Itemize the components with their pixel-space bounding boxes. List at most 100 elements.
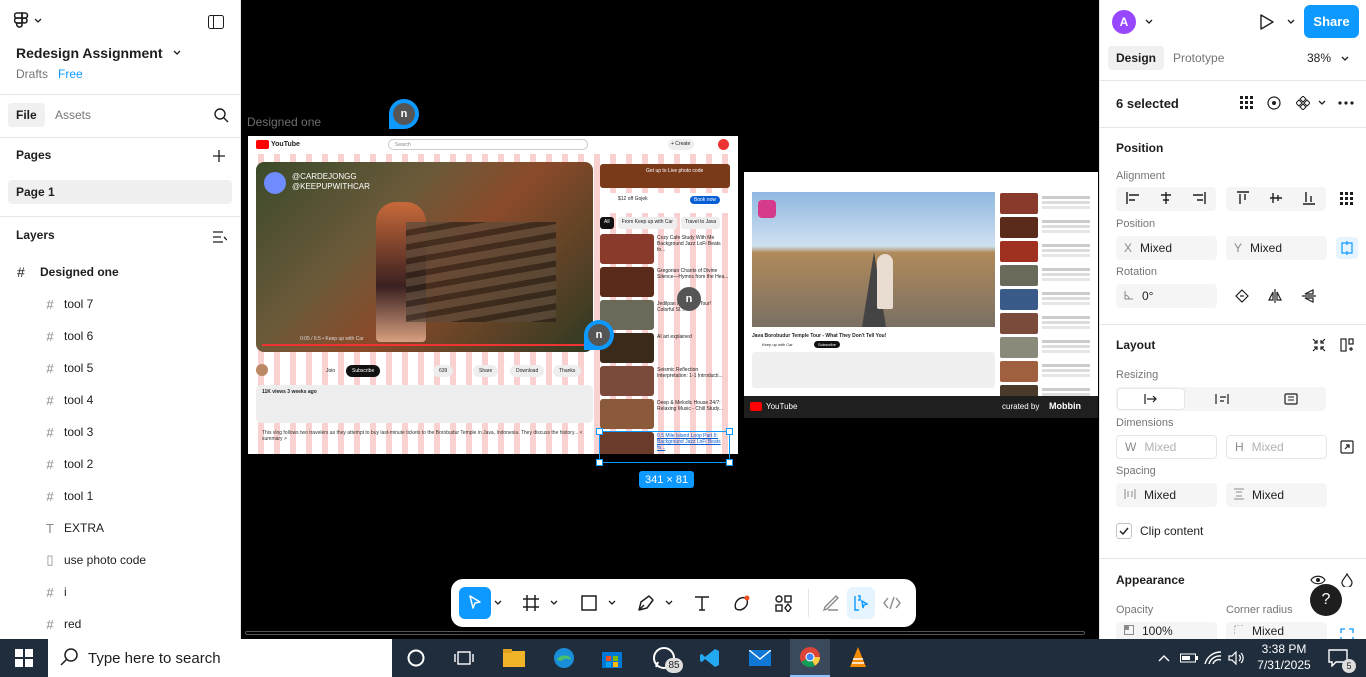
page-item[interactable]: Page 1: [8, 180, 232, 204]
tab-prototype[interactable]: Prototype: [1173, 46, 1224, 70]
layer-item[interactable]: # i: [0, 576, 240, 608]
design-mode-icon[interactable]: [847, 587, 875, 619]
vlc-icon[interactable]: [840, 639, 876, 677]
file-location[interactable]: Drafts: [16, 67, 48, 81]
height-field[interactable]: H Mixed: [1226, 435, 1327, 459]
layer-item[interactable]: # tool 6: [0, 320, 240, 352]
present-play-icon[interactable]: [1256, 11, 1278, 33]
whatsapp-icon[interactable]: 85: [644, 639, 684, 677]
align-bottom-icon[interactable]: [1303, 191, 1316, 208]
taskbar-search[interactable]: Type here to search: [48, 639, 392, 677]
distribute-grid-icon[interactable]: [1336, 188, 1358, 210]
collapse-layout-icon[interactable]: [1308, 334, 1330, 356]
mail-icon[interactable]: [742, 639, 778, 677]
user-avatar[interactable]: A: [1112, 10, 1136, 34]
resize-handle[interactable]: [596, 459, 603, 466]
frame-label[interactable]: Designed one: [247, 115, 321, 129]
chevron-down-icon[interactable]: [607, 587, 617, 619]
selection-box[interactable]: [596, 428, 733, 466]
align-top-icon[interactable]: [1236, 190, 1249, 208]
resize-handle[interactable]: [596, 428, 603, 435]
more-options-icon[interactable]: [1335, 92, 1357, 114]
grid-layout-icon[interactable]: [1236, 92, 1258, 114]
add-page-icon[interactable]: [208, 145, 230, 167]
chevron-down-icon[interactable]: [1138, 11, 1160, 33]
canvas[interactable]: Designed one n YouTube Search + Create @…: [241, 0, 1099, 639]
auto-layout-icon[interactable]: [1336, 334, 1358, 356]
resize-handle[interactable]: [726, 459, 733, 466]
chevron-up-icon[interactable]: [1152, 639, 1176, 677]
layer-item[interactable]: T EXTRA: [0, 512, 240, 544]
chevron-down-icon[interactable]: [1280, 11, 1302, 33]
horizontal-scrollbar[interactable]: [245, 631, 1085, 635]
layer-item[interactable]: # tool 2: [0, 448, 240, 480]
microsoft-store-icon[interactable]: [594, 639, 630, 677]
zoom-level[interactable]: 38%: [1307, 46, 1349, 70]
help-icon[interactable]: ?: [1310, 584, 1342, 616]
chevron-down-icon[interactable]: [493, 587, 503, 619]
design-frame[interactable]: YouTube Search + Create @CARDEJONGG @KEE…: [248, 136, 738, 454]
chrome-icon[interactable]: [790, 639, 830, 677]
corner-radius-field[interactable]: Mixed: [1226, 622, 1327, 639]
components-icon[interactable]: [769, 587, 797, 619]
constraints-icon[interactable]: [1336, 237, 1358, 259]
vscode-icon[interactable]: [692, 639, 728, 677]
layer-item[interactable]: # tool 3: [0, 416, 240, 448]
edge-browser-icon[interactable]: [546, 639, 582, 677]
chevron-down-icon[interactable]: [549, 587, 559, 619]
align-center-h-icon[interactable]: [1159, 191, 1173, 207]
chevron-down-icon[interactable]: [664, 587, 674, 619]
flip-vertical-icon[interactable]: [1298, 285, 1320, 307]
plan-badge[interactable]: Free: [58, 67, 83, 81]
task-view-icon[interactable]: [446, 639, 482, 677]
rectangle-tool-icon[interactable]: [575, 587, 603, 619]
x-position-field[interactable]: X Mixed: [1116, 236, 1217, 260]
frame-tool-icon[interactable]: [517, 587, 545, 619]
rotation-field[interactable]: 0°: [1116, 284, 1217, 308]
resize-handle[interactable]: [726, 428, 733, 435]
share-button[interactable]: Share: [1304, 5, 1359, 38]
y-position-field[interactable]: Y Mixed: [1226, 236, 1327, 260]
align-right-icon[interactable]: [1192, 191, 1207, 207]
vertical-spacing-field[interactable]: Mixed: [1226, 483, 1327, 507]
reference-frame[interactable]: Java Borobudur Temple Tour - What They D…: [744, 172, 1098, 418]
clip-content-toggle[interactable]: Clip content: [1116, 523, 1203, 539]
layer-item[interactable]: # tool 4: [0, 384, 240, 416]
text-tool-icon[interactable]: [688, 587, 716, 619]
notification-center-icon[interactable]: 5: [1320, 639, 1356, 677]
layer-item[interactable]: # tool 7: [0, 288, 240, 320]
layer-item[interactable]: # red: [0, 608, 240, 640]
opacity-field[interactable]: 100%: [1116, 622, 1217, 639]
layer-item[interactable]: # tool 1: [0, 480, 240, 512]
layer-item[interactable]: ▯ use photo code: [0, 544, 240, 576]
tab-assets[interactable]: Assets: [55, 103, 91, 127]
pen-tool-icon[interactable]: [632, 587, 660, 619]
fixed-size-icon[interactable]: [1117, 388, 1185, 410]
width-field[interactable]: W Mixed: [1116, 435, 1217, 459]
hug-content-icon[interactable]: [1188, 388, 1256, 410]
align-middle-icon[interactable]: [1269, 191, 1282, 208]
flip-horizontal-icon[interactable]: [1264, 285, 1286, 307]
tab-file[interactable]: File: [8, 103, 45, 127]
horizontal-spacing-field[interactable]: Mixed: [1116, 483, 1217, 507]
cortana-icon[interactable]: [398, 639, 434, 677]
variables-icon[interactable]: [1263, 92, 1285, 114]
main-menu-button[interactable]: [14, 11, 42, 31]
file-explorer-icon[interactable]: [496, 639, 532, 677]
search-icon[interactable]: [210, 104, 232, 126]
toggle-sidebar-icon[interactable]: [205, 11, 227, 33]
align-left-icon[interactable]: [1125, 191, 1140, 207]
taskbar-clock[interactable]: 3:38 PM 7/31/2025: [1254, 641, 1314, 675]
volume-icon[interactable]: [1226, 639, 1248, 677]
blend-mode-drop-icon[interactable]: [1336, 569, 1358, 591]
tab-design[interactable]: Design: [1108, 46, 1165, 70]
layer-item[interactable]: # tool 5: [0, 352, 240, 384]
windows-start-icon[interactable]: [0, 639, 48, 677]
layers-list-icon[interactable]: [209, 226, 231, 248]
file-name-button[interactable]: Redesign Assignment: [16, 45, 181, 61]
draw-mode-icon[interactable]: [817, 587, 845, 619]
shape-builder-icon[interactable]: [728, 587, 756, 619]
dev-mode-icon[interactable]: [878, 587, 906, 619]
resize-to-fit-icon[interactable]: [1336, 436, 1358, 458]
checkbox-icon[interactable]: [1116, 523, 1132, 539]
